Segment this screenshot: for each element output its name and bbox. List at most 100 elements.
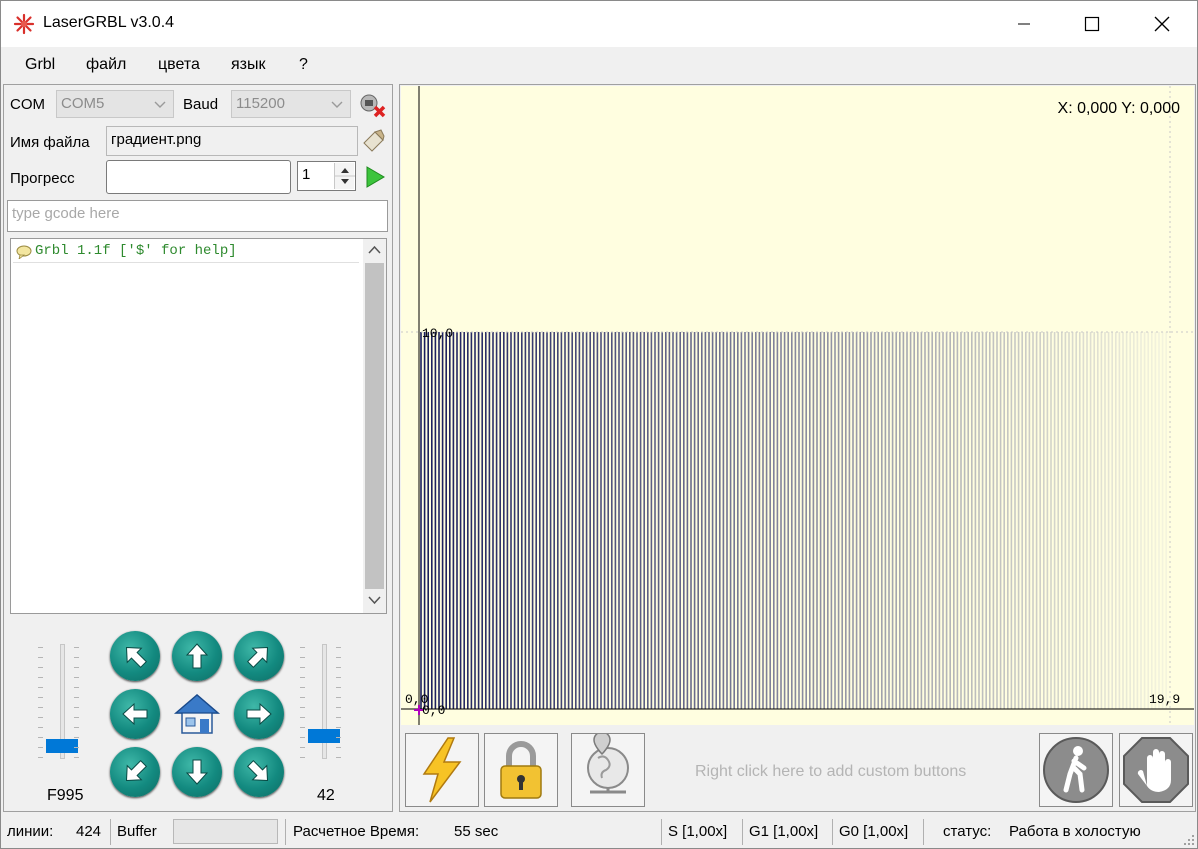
connect-button[interactable] xyxy=(405,733,479,807)
map-button[interactable] xyxy=(571,733,645,807)
step-slider-thumb[interactable] xyxy=(308,729,340,743)
buffer-label: Buffer xyxy=(117,823,157,840)
g1-override[interactable]: G1 [1,00x] xyxy=(749,823,818,840)
custom-buttons-hint[interactable]: Right click here to add custom buttons xyxy=(695,763,966,781)
gcode-input[interactable]: type gcode here xyxy=(7,200,388,232)
jog-down-right-button[interactable] xyxy=(234,747,284,797)
open-file-icon[interactable] xyxy=(361,127,387,153)
menu-bar: Grbl файл цвета язык ? xyxy=(1,49,1197,81)
com-port-select[interactable]: COM5 xyxy=(56,90,174,118)
menu-language[interactable]: язык xyxy=(231,56,266,74)
minimize-button[interactable] xyxy=(1001,1,1047,47)
baud-rate-select[interactable]: 115200 xyxy=(231,90,351,118)
stop-button[interactable] xyxy=(1119,733,1193,807)
passes-stepper[interactable]: 1 xyxy=(297,161,356,191)
origin-label-secondary: 0,0 xyxy=(422,703,445,718)
slider-tick xyxy=(300,737,305,738)
lock-icon xyxy=(485,734,557,806)
slider-tick xyxy=(74,737,79,738)
console-scrollbar[interactable] xyxy=(363,239,386,613)
slider-tick xyxy=(74,647,79,648)
divider xyxy=(285,819,286,845)
jog-left-button[interactable] xyxy=(110,689,160,739)
jog-down-left-button[interactable] xyxy=(110,747,160,797)
run-icon[interactable] xyxy=(364,165,386,189)
console-log: Grbl 1.1f ['$' for help] xyxy=(10,238,387,614)
preview-canvas[interactable]: X: 0,000 Y: 0,000 10,0 0,0 0,0 19,9 xyxy=(401,86,1194,725)
slider-tick xyxy=(74,747,79,748)
slider-tick xyxy=(300,647,305,648)
feed-slider-thumb[interactable] xyxy=(46,739,78,753)
disconnect-icon[interactable] xyxy=(357,91,387,119)
slider-tick xyxy=(336,657,341,658)
jog-down-button[interactable] xyxy=(172,747,222,797)
slider-tick xyxy=(336,647,341,648)
chevron-up-icon[interactable] xyxy=(368,245,381,255)
jog-up-button[interactable] xyxy=(172,631,222,681)
slider-tick xyxy=(300,687,305,688)
estimated-time-label: Расчетное Время: xyxy=(293,823,419,840)
g0-override[interactable]: G0 [1,00x] xyxy=(839,823,908,840)
globe-map-icon xyxy=(572,734,644,806)
slider-tick xyxy=(336,667,341,668)
maximize-button[interactable] xyxy=(1069,1,1115,47)
slider-tick xyxy=(300,657,305,658)
slider-tick xyxy=(300,757,305,758)
slider-tick xyxy=(300,697,305,698)
chevron-down-icon xyxy=(330,97,344,111)
slider-tick xyxy=(38,697,43,698)
stepper-buttons[interactable] xyxy=(334,163,354,189)
x-max-label: 19,9 xyxy=(1149,692,1180,707)
close-button[interactable] xyxy=(1139,1,1185,47)
chevron-down-icon[interactable] xyxy=(368,595,381,605)
slider-tick xyxy=(336,697,341,698)
slider-tick xyxy=(300,717,305,718)
app-window: LaserGRBL v3.0.4 Grbl файл цвета язык ? … xyxy=(0,0,1198,849)
passes-value: 1 xyxy=(302,166,310,183)
window-title: LaserGRBL v3.0.4 xyxy=(43,14,174,32)
jog-right-button[interactable] xyxy=(234,689,284,739)
slider-tick xyxy=(300,727,305,728)
baud-rate-value: 115200 xyxy=(236,95,285,112)
control-panel: COM COM5 Baud 115200 Имя файла градиент.… xyxy=(3,84,393,812)
status-value: Работа в холостую xyxy=(1009,823,1141,840)
menu-colors[interactable]: цвета xyxy=(158,56,200,74)
jog-up-left-button[interactable] xyxy=(110,631,160,681)
com-label: COM xyxy=(10,96,45,113)
y-max-label: 10,0 xyxy=(422,326,453,341)
arrow-up-icon xyxy=(182,641,212,671)
resize-grip-icon[interactable] xyxy=(1181,832,1195,846)
slider-tick xyxy=(336,707,341,708)
menu-file[interactable]: файл xyxy=(86,56,126,74)
slider-tick xyxy=(336,727,341,728)
slider-tick xyxy=(336,747,341,748)
menu-grbl[interactable]: Grbl xyxy=(25,56,55,74)
spindle-override[interactable]: S [1,00x] xyxy=(668,823,727,840)
jog-up-right-button[interactable] xyxy=(234,631,284,681)
filename-label: Имя файла xyxy=(10,134,90,151)
slider-tick xyxy=(38,727,43,728)
safety-door-button[interactable] xyxy=(1039,733,1113,807)
slider-tick xyxy=(38,677,43,678)
unlock-button[interactable] xyxy=(484,733,558,807)
progress-bar xyxy=(106,160,291,194)
lines-value: 424 xyxy=(76,823,101,840)
home-icon[interactable] xyxy=(172,689,222,739)
stepper-arrows-icon xyxy=(335,163,355,189)
preview-panel: X: 0,000 Y: 0,000 10,0 0,0 0,0 19,9 xyxy=(399,84,1196,812)
estimated-time-value: 55 sec xyxy=(454,823,498,840)
gradient-lines xyxy=(421,332,1166,709)
slider-tick xyxy=(38,737,43,738)
menu-help[interactable]: ? xyxy=(299,56,308,74)
console-line-text: Grbl 1.1f ['$' for help] xyxy=(35,243,237,259)
scrollbar-thumb[interactable] xyxy=(365,263,384,589)
connect-lightning-icon xyxy=(406,734,478,806)
feed-value: F995 xyxy=(47,787,83,805)
slider-tick xyxy=(38,667,43,668)
status-bar: линии: 424 Buffer Расчетное Время: 55 se… xyxy=(1,816,1197,848)
slider-tick xyxy=(74,687,79,688)
minimize-icon xyxy=(1017,17,1031,31)
slider-tick xyxy=(38,717,43,718)
slider-tick xyxy=(336,757,341,758)
console-line: Grbl 1.1f ['$' for help] xyxy=(13,241,359,263)
